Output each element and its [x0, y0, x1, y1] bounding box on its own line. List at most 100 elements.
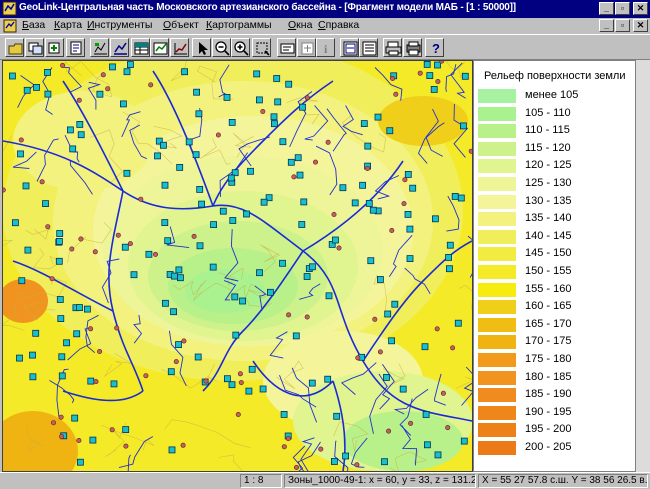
zoom-out-button[interactable]: [212, 38, 231, 57]
zoom-in-button[interactable]: [231, 38, 250, 57]
point-marker: [100, 72, 106, 78]
minimize-button[interactable]: _: [599, 2, 614, 15]
open-button[interactable]: [5, 38, 24, 57]
legend-swatch: [478, 229, 516, 244]
well-marker: [168, 446, 176, 454]
vertical-scrollbar[interactable]: [636, 60, 650, 472]
point-marker: [364, 166, 370, 172]
point-marker: [180, 442, 186, 448]
zoom-out-icon: [215, 41, 230, 56]
well-marker: [192, 151, 200, 159]
layers-button[interactable]: [25, 38, 44, 57]
printer-button[interactable]: [403, 38, 422, 57]
well-marker: [57, 315, 65, 323]
well-marker: [198, 200, 206, 208]
point-marker: [445, 425, 451, 431]
menu-spravka[interactable]: Справка: [318, 19, 359, 31]
well-marker: [324, 375, 332, 383]
relief-map[interactable]: [3, 61, 472, 471]
graph-button[interactable]: [170, 38, 189, 57]
select-button[interactable]: [340, 38, 359, 57]
mdi-close-button[interactable]: ✕: [633, 19, 648, 32]
point-marker: [336, 245, 342, 251]
legend-item: 175 - 180: [478, 352, 633, 369]
well-marker: [421, 343, 429, 351]
legend-item: 180 - 185: [478, 370, 633, 387]
well-marker: [67, 126, 74, 134]
well-marker: [121, 243, 129, 251]
well-marker: [423, 61, 431, 68]
menu-okna[interactable]: Окна: [288, 19, 312, 31]
layer-add-button[interactable]: [45, 38, 64, 57]
well-marker: [71, 414, 79, 422]
well-marker: [243, 210, 250, 218]
map-view[interactable]: [2, 60, 473, 472]
menu-baza[interactable]: База: [22, 19, 45, 31]
menu-kartogrammy[interactable]: Картограммы: [206, 19, 272, 31]
well-marker: [247, 167, 254, 175]
well-marker: [193, 88, 201, 96]
table-button[interactable]: [131, 38, 150, 57]
point-marker: [372, 316, 378, 322]
legend-item: 150 - 155: [478, 264, 633, 281]
select-icon: [343, 41, 358, 56]
chart-edit-button[interactable]: [110, 38, 129, 57]
well-marker: [194, 353, 202, 361]
well-marker: [161, 219, 169, 227]
well-marker: [55, 257, 63, 265]
legend-item: 115 - 120: [478, 141, 633, 158]
pointer-button[interactable]: [192, 38, 211, 57]
print-button[interactable]: [383, 38, 402, 57]
svg-text:i: i: [324, 42, 328, 56]
mdi-restore-button[interactable]: ▫: [615, 19, 630, 32]
help-button[interactable]: ?: [425, 38, 444, 57]
point-marker: [393, 91, 399, 97]
legend-swatch: [478, 247, 516, 262]
well-marker: [406, 255, 414, 263]
document-icon[interactable]: [3, 19, 17, 33]
legend-label: 175 - 180: [525, 353, 572, 365]
maximize-button[interactable]: ▫: [615, 2, 630, 15]
point-marker: [18, 137, 24, 143]
well-marker: [445, 265, 453, 273]
legend-label: 120 - 125: [525, 159, 572, 172]
point-marker: [127, 241, 133, 247]
chart-edit-icon: [114, 42, 127, 55]
info-icon: i: [324, 42, 328, 56]
well-marker: [195, 110, 203, 118]
point-marker: [39, 179, 45, 185]
well-marker: [76, 304, 83, 312]
point-marker: [291, 174, 297, 180]
label-button[interactable]: [277, 38, 296, 57]
status-coords: X = 55 27 57.8 с.ш. Y = 38 56 26.5 в.д.: [478, 474, 648, 488]
zoom-box-button[interactable]: [252, 38, 271, 57]
well-marker: [274, 98, 282, 106]
mdi-minimize-button[interactable]: _: [599, 19, 614, 32]
info-button[interactable]: i: [316, 38, 335, 57]
legend-label: менее 105: [525, 89, 579, 101]
well-marker: [77, 458, 84, 466]
legend-label: 105 - 110: [525, 106, 571, 119]
well-marker: [292, 332, 300, 340]
well-marker: [76, 121, 84, 128]
well-marker: [376, 276, 384, 283]
list-button[interactable]: [359, 38, 378, 57]
pan-button[interactable]: [297, 38, 316, 57]
layer-props-button[interactable]: [66, 38, 85, 57]
chart-button[interactable]: [90, 38, 109, 57]
well-marker: [255, 96, 263, 104]
well-marker: [388, 337, 396, 345]
title-bar: GeoLink-Центральная часть Московского ар…: [0, 0, 650, 18]
close-button[interactable]: ✕: [633, 2, 648, 15]
well-marker: [383, 373, 390, 381]
point-marker: [60, 62, 66, 68]
menu-karta[interactable]: Карта: [54, 19, 82, 31]
grid-button[interactable]: [150, 38, 169, 57]
menu-obekt[interactable]: Объект: [163, 19, 199, 31]
well-marker: [359, 181, 367, 189]
well-marker: [123, 169, 131, 177]
well-marker: [176, 274, 184, 282]
well-marker: [248, 365, 256, 373]
menu-instrumenty[interactable]: Инструменты: [87, 19, 152, 31]
well-marker: [298, 221, 306, 228]
